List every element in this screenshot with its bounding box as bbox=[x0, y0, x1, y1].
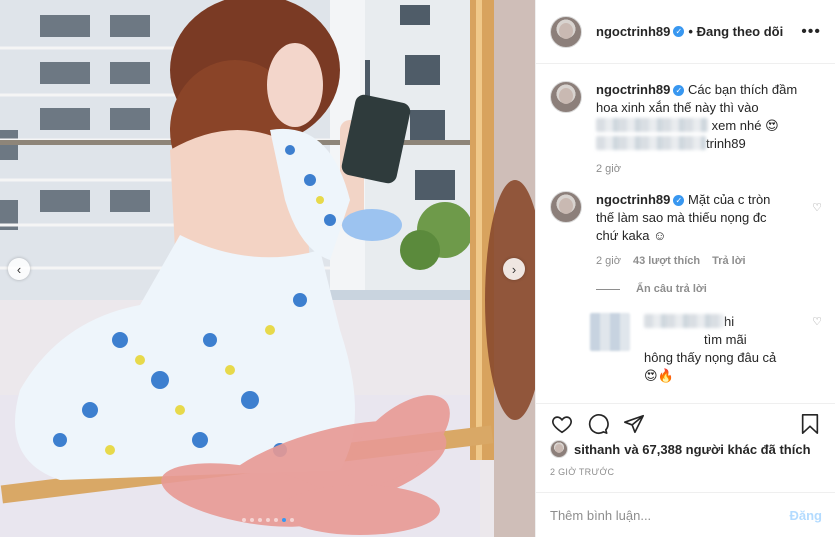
first-liker-username[interactable]: sithanh bbox=[574, 442, 620, 457]
verified-badge-icon: ✓ bbox=[673, 85, 685, 96]
comment-like-heart-icon[interactable]: ♡ bbox=[812, 201, 822, 214]
post-timestamp[interactable]: 2 GIỜ TRƯỚC bbox=[550, 467, 614, 477]
comment-text-end: xem nhé 😍 bbox=[711, 118, 779, 133]
carousel-dot bbox=[281, 518, 286, 522]
blurred-mention bbox=[596, 136, 706, 150]
next-photo-button[interactable]: › bbox=[503, 258, 525, 280]
carousel-dot bbox=[289, 518, 294, 522]
verified-badge-icon: ✓ bbox=[673, 195, 685, 206]
likes-summary[interactable]: sithanh và 67,388 người khác đã thích bbox=[550, 440, 811, 458]
verified-badge-icon: ✓ bbox=[673, 26, 685, 37]
post-comment-button[interactable]: Đăng bbox=[790, 508, 823, 523]
blurred-reply-username bbox=[644, 314, 724, 328]
more-options-icon[interactable]: ••• bbox=[801, 23, 821, 41]
post-side-panel: ngoctrinh89 ✓ • Đang theo dõi ••• ngoctr… bbox=[535, 0, 835, 537]
comment-likes[interactable]: 43 lượt thích bbox=[633, 255, 700, 267]
reply-text: hông thấy nọng đâu cả bbox=[644, 350, 777, 365]
comment-time: 2 giờ bbox=[596, 255, 621, 267]
likes-count-text[interactable]: và 67,388 người khác đã thích bbox=[624, 442, 810, 457]
comment-input[interactable] bbox=[550, 507, 790, 523]
heart-icon[interactable] bbox=[550, 412, 574, 436]
hide-replies-button[interactable]: Ẩn câu trả lời bbox=[596, 283, 822, 295]
reply-item: hi tìm mãi hông thấy nọng đâu cả 😍🔥 ♡ bbox=[590, 313, 822, 385]
comment-time: 2 giờ bbox=[596, 163, 621, 175]
post-photo[interactable]: ‹ › bbox=[0, 0, 535, 537]
post-header: ngoctrinh89 ✓ • Đang theo dõi ••• bbox=[536, 0, 835, 64]
comment-username[interactable]: ngoctrinh89 bbox=[596, 82, 670, 97]
reply-button[interactable]: Trả lời bbox=[712, 255, 746, 267]
comment-username[interactable]: ngoctrinh89 bbox=[596, 192, 670, 207]
carousel-dot bbox=[257, 518, 262, 522]
follow-status-button[interactable]: • Đang theo dõi bbox=[688, 24, 783, 39]
blurred-reply-avatar bbox=[590, 313, 630, 351]
add-comment-bar: Đăng bbox=[536, 492, 835, 537]
carousel-dots bbox=[0, 518, 535, 522]
comments-list[interactable]: ngoctrinh89 ✓ Các bạn thích đầm hoa xinh … bbox=[536, 65, 835, 403]
post-actions-bar bbox=[536, 403, 835, 443]
reply-emoji: 😍🔥 bbox=[644, 368, 674, 383]
comment-icon[interactable] bbox=[586, 412, 610, 436]
author-username[interactable]: ngoctrinh89 bbox=[596, 24, 670, 39]
carousel-dot bbox=[241, 518, 246, 522]
mention-tail[interactable]: trinh89 bbox=[706, 136, 746, 151]
carousel-dot bbox=[249, 518, 254, 522]
carousel-dot bbox=[265, 518, 270, 522]
comment-avatar[interactable] bbox=[550, 81, 582, 113]
comment-avatar[interactable] bbox=[550, 191, 582, 223]
previous-photo-button[interactable]: ‹ bbox=[8, 258, 30, 280]
reply-like-heart-icon[interactable]: ♡ bbox=[812, 315, 822, 328]
share-icon[interactable] bbox=[622, 412, 646, 436]
chevron-left-icon: ‹ bbox=[16, 261, 22, 277]
carousel-dot bbox=[273, 518, 278, 522]
blurred-mention bbox=[596, 118, 708, 132]
liker-avatar bbox=[550, 440, 568, 458]
photo-illustration bbox=[0, 0, 535, 537]
replies-divider bbox=[596, 288, 620, 290]
chevron-right-icon: › bbox=[511, 261, 517, 277]
comment-item: ngoctrinh89 ✓ Mặt của c tròn thế làm sao … bbox=[550, 191, 822, 267]
author-avatar[interactable] bbox=[550, 15, 582, 48]
bookmark-icon[interactable] bbox=[798, 412, 822, 436]
caption-comment: ngoctrinh89 ✓ Các bạn thích đầm hoa xinh … bbox=[550, 81, 822, 175]
